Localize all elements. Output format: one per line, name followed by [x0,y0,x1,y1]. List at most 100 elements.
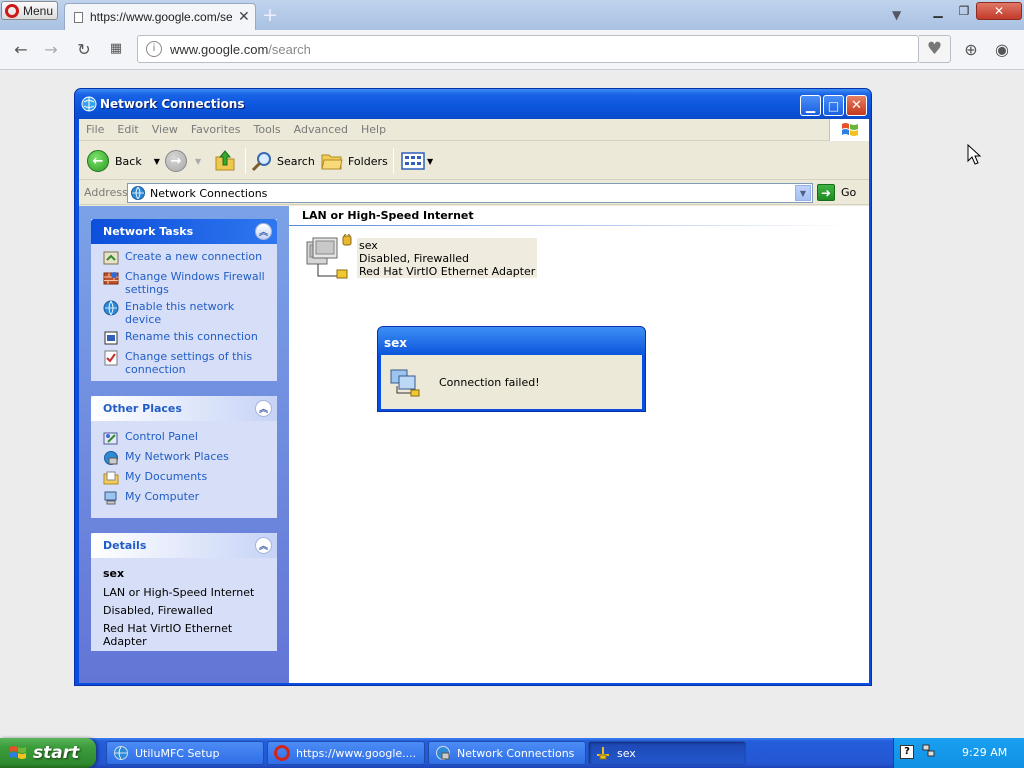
search-button[interactable]: Search [251,148,315,174]
connection-item[interactable]: sex Disabled, Firewalled Red Hat VirtIO … [305,234,538,284]
setup-icon [114,746,128,760]
task-label: Create a new connection [125,250,263,263]
taskbar-item-utilumfc[interactable]: UtiluMFC Setup [106,741,264,765]
browser-restore-button[interactable]: ❐ [954,2,974,20]
task-change-firewall[interactable]: Change Windows Firewall settings [103,270,269,296]
forward-arrow-icon[interactable]: → [41,40,61,59]
site-info-icon[interactable]: i [146,41,162,57]
back-button[interactable]: ← Back ▼ [87,148,160,174]
back-arrow-icon[interactable]: ← [11,40,31,59]
folders-button[interactable]: Folders [321,148,388,174]
window-close-button[interactable]: ✕ [846,95,867,116]
mouse-cursor-icon [967,144,982,165]
place-label: My Network Places [125,450,229,463]
url-field[interactable]: i www.google.com/search [137,35,919,63]
network-tasks-title: Network Tasks [103,225,194,238]
details-title: Details [103,539,147,552]
browser-minimize-button[interactable]: ▁ [928,2,948,20]
new-tab-button[interactable]: + [262,4,278,26]
network-places-icon [104,451,118,465]
help-icon[interactable]: ? [900,745,914,759]
task-pane: Network Tasks ︽ Create a new connection … [79,206,289,683]
address-input[interactable]: Network Connections ▼ [127,183,813,203]
task-enable-device[interactable]: Enable this network device [103,300,269,326]
network-tasks-header[interactable]: Network Tasks ︽ [91,219,277,244]
taskbar-item-label: https://www.google.... [296,746,417,760]
back-dropdown-icon[interactable]: ▼ [154,157,160,166]
settings-icon [104,350,118,366]
connection-status: Disabled, Firewalled [359,252,470,265]
task-change-settings[interactable]: Change settings of this connection [103,350,269,376]
views-icon [401,152,425,170]
window-title: Network Connections [100,97,245,111]
address-dropdown-icon[interactable]: ▼ [795,185,811,201]
windows-flag-icon [829,119,869,141]
menu-help[interactable]: Help [361,123,386,136]
opera-menu-label: Menu [23,3,54,18]
network-computers-icon [390,369,420,397]
account-icon[interactable]: ◉ [992,40,1012,59]
window-maximize-button[interactable]: □ [823,95,844,116]
menu-file[interactable]: File [86,123,104,136]
taskbar-item-opera[interactable]: https://www.google.... [267,741,425,765]
clock[interactable]: 9:29 AM [962,746,1007,759]
menu-edit[interactable]: Edit [117,123,138,136]
up-folder-button[interactable] [213,148,237,174]
taskbar-item-sex[interactable]: sex [588,741,746,765]
forward-icon: → [165,150,187,172]
network-tray-icon[interactable] [922,744,936,758]
place-my-computer[interactable]: My Computer [103,490,269,506]
menu-advanced[interactable]: Advanced [294,123,348,136]
speed-dial-grid-icon[interactable]: ▦ [106,41,126,56]
opera-menu-button[interactable]: Menu [1,1,58,20]
browser-close-button[interactable]: ✕ [976,2,1022,20]
task-rename-connection[interactable]: Rename this connection [103,330,269,346]
menu-view[interactable]: View [152,123,178,136]
collapse-chevron-icon[interactable]: ︽ [255,400,272,417]
forward-dropdown-icon[interactable]: ▼ [195,157,201,166]
collapse-chevron-icon[interactable]: ︽ [255,537,272,554]
collapse-chevron-icon[interactable]: ︽ [255,223,272,240]
back-label: Back [115,154,142,168]
downloads-icon[interactable]: ⊕ [961,40,981,59]
place-my-documents[interactable]: My Documents [103,470,269,486]
browser-tab[interactable]: https://www.google.com/sea ✕ [64,3,256,30]
folders-icon [321,154,343,170]
url-host: www.google.com [170,41,269,57]
taskbar-item-label: Network Connections [457,746,575,760]
window-titlebar[interactable]: Network Connections ▁ □ ✕ [75,89,871,119]
reload-icon[interactable]: ↻ [74,40,94,59]
control-panel-icon [103,432,118,445]
connection-name: sex [359,239,378,252]
task-label: Change Windows Firewall settings [125,270,265,296]
details-name: sex [103,567,125,580]
place-label: My Documents [125,470,208,483]
menu-tools[interactable]: Tools [254,123,281,136]
place-my-network-places[interactable]: My Network Places [103,450,269,466]
task-create-connection[interactable]: Create a new connection [103,250,269,266]
connections-list: LAN or High-Speed Internet sex Disabled,… [289,206,869,683]
up-folder-icon [215,150,235,171]
start-button[interactable]: start [0,738,96,768]
views-button[interactable]: ▼ [401,148,433,174]
menu-favorites[interactable]: Favorites [191,123,241,136]
go-button[interactable]: ➜ Go [817,184,856,201]
other-places-header[interactable]: Other Places ︽ [91,396,277,421]
bookmark-heart-icon[interactable]: ♥ [919,35,951,63]
dialog-title: sex [378,327,645,355]
other-places-title: Other Places [103,402,182,415]
taskbar-item-label: sex [617,746,636,760]
place-control-panel[interactable]: Control Panel [103,430,269,446]
page-icon [74,11,83,23]
taskbar-item-network-connections[interactable]: Network Connections [428,741,586,765]
network-globe-icon [81,96,97,112]
forward-button[interactable]: → ▼ [165,148,201,174]
back-icon: ← [87,150,109,172]
tab-close-icon[interactable]: ✕ [238,9,250,25]
taskbar-item-label: UtiluMFC Setup [135,746,220,760]
window-minimize-button[interactable]: ▁ [800,95,821,116]
group-header: LAN or High-Speed Internet [302,209,474,222]
details-header[interactable]: Details ︽ [91,533,277,558]
views-dropdown-icon[interactable]: ▼ [427,157,433,166]
tab-list-icon[interactable]: ▼ [892,8,901,22]
